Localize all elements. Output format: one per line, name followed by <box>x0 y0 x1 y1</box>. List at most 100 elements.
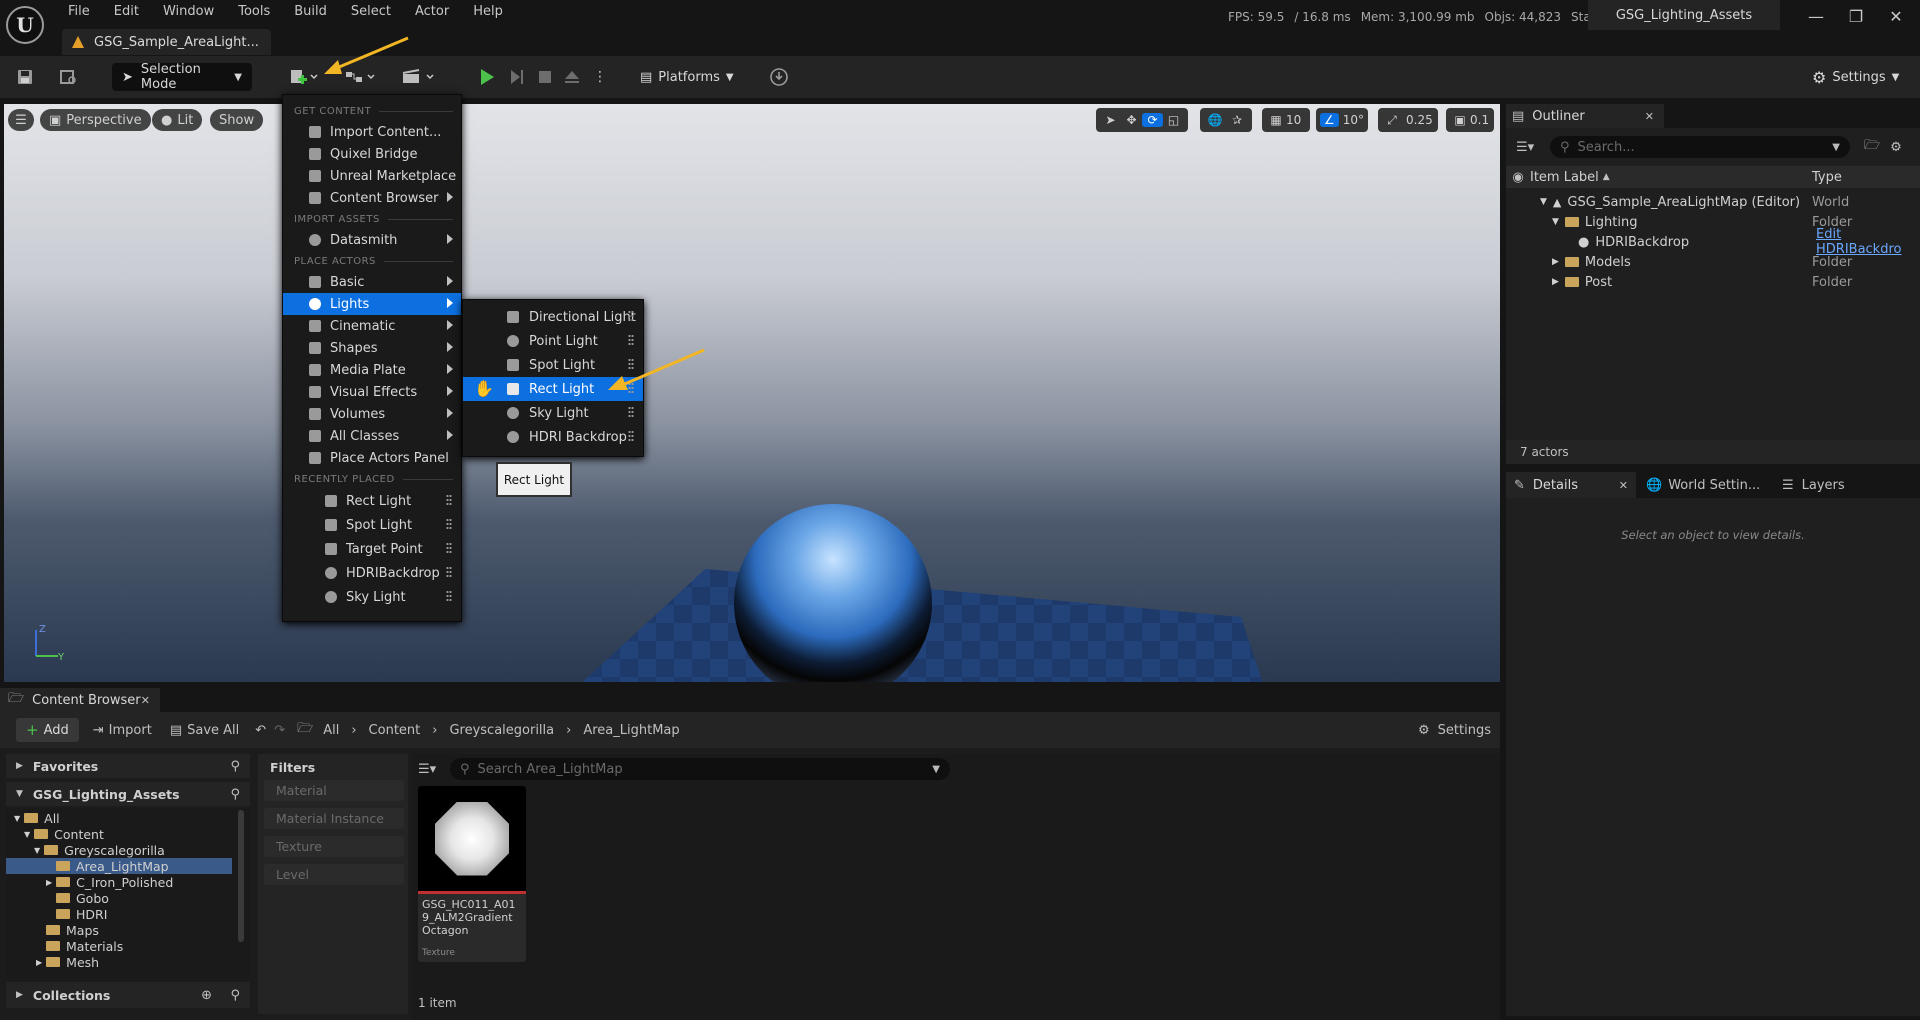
perspective-button[interactable]: ▣ Perspective <box>40 109 151 131</box>
filter-icon[interactable]: ☰▾ <box>1516 140 1550 155</box>
tree-item-hdri[interactable]: HDRI <box>6 906 232 922</box>
favorites-header[interactable]: ▶ Favorites ⚲ <box>6 754 250 778</box>
save-icon[interactable] <box>14 64 36 90</box>
menu-datasmith[interactable]: Datasmith <box>283 229 461 251</box>
project-header[interactable]: ▼ GSG_Lighting_Assets ⚲ <box>6 782 250 806</box>
outliner-row-post[interactable]: ▶ Post Folder <box>1506 272 1920 292</box>
menu-file[interactable]: File <box>56 0 102 24</box>
scale-tool-icon[interactable]: ◱ <box>1163 113 1184 127</box>
menu-shapes[interactable]: Shapes <box>283 337 461 359</box>
filter-material[interactable]: Material <box>264 780 404 801</box>
asset-tile[interactable]: GSG_HC011_A019_ALM2Gradient Octagon Text… <box>418 786 526 962</box>
minimize-icon[interactable]: — <box>1796 4 1836 28</box>
drag-grip-icon[interactable] <box>628 334 634 346</box>
cb-save-all-button[interactable]: ▤ Save All <box>170 723 239 738</box>
restore-icon[interactable]: ❐ <box>1836 4 1876 28</box>
tree-item-materials[interactable]: Materials <box>6 938 232 954</box>
menu-volumes[interactable]: Volumes <box>283 403 461 425</box>
cb-import-button[interactable]: ⇥ Import <box>93 723 152 738</box>
menu-build[interactable]: Build <box>282 0 339 24</box>
move-tool-icon[interactable]: ✥ <box>1121 113 1142 127</box>
tree-scrollbar[interactable] <box>238 810 244 942</box>
breadcrumb-item[interactable]: All <box>323 723 339 738</box>
menu-place-actors-panel[interactable]: Place Actors Panel <box>283 447 461 469</box>
tree-item-content[interactable]: ▼ Content <box>6 826 232 842</box>
menu-media-plate[interactable]: Media Plate <box>283 359 461 381</box>
level-tab[interactable]: GSG_Sample_AreaLight... <box>62 29 271 55</box>
browse-icon[interactable] <box>58 64 80 90</box>
expand-icon[interactable]: ▼ <box>1552 217 1559 227</box>
world-settings-tab[interactable]: 🌐 World Settin... <box>1646 472 1760 498</box>
recent-spot-light[interactable]: Spot Light <box>283 513 461 537</box>
add-collection-icon[interactable]: ⊕ <box>201 988 212 1003</box>
expand-icon[interactable]: ▼ <box>1540 197 1547 207</box>
step-icon[interactable] <box>506 64 528 90</box>
collections-header[interactable]: ▶ Collections ⊕ ⚲ <box>6 982 250 1008</box>
expand-icon[interactable]: ▶ <box>1552 277 1559 287</box>
close-icon[interactable]: ✕ <box>141 694 150 707</box>
drag-grip-icon[interactable] <box>628 430 634 442</box>
source-control-icon[interactable] <box>766 64 792 90</box>
recent-sky-light[interactable]: Sky Light <box>283 585 461 609</box>
new-folder-icon[interactable]: 🗁 <box>1864 136 1880 158</box>
breadcrumb-item[interactable]: Area_LightMap <box>583 723 679 738</box>
submenu-hdri-backdrop[interactable]: HDRI Backdrop <box>463 425 643 449</box>
col-type[interactable]: Type <box>1812 170 1842 185</box>
menu-help[interactable]: Help <box>461 0 515 24</box>
settings-button[interactable]: ⚙ Settings ▼ <box>1812 63 1899 91</box>
recent-target-point[interactable]: Target Point <box>283 537 461 561</box>
menu-tools[interactable]: Tools <box>226 0 282 24</box>
drag-grip-icon[interactable] <box>628 310 634 322</box>
menu-import-content[interactable]: Import Content... <box>283 121 461 143</box>
recent-rect-light[interactable]: Rect Light <box>283 489 461 513</box>
submenu-directional-light[interactable]: Directional Light <box>463 305 643 329</box>
camera-speed[interactable]: ▣ 0.1 <box>1446 108 1494 132</box>
drag-grip-icon[interactable] <box>628 406 634 418</box>
back-icon[interactable]: ↶ <box>255 723 266 738</box>
col-item-label[interactable]: Item Label <box>1530 170 1599 185</box>
unreal-logo-icon[interactable]: U <box>6 6 44 44</box>
search-icon[interactable]: ⚲ <box>230 759 240 774</box>
visibility-icon[interactable]: ◉ <box>1506 170 1530 185</box>
quick-add-button[interactable] <box>286 64 322 90</box>
tree-item-mesh[interactable]: ▶ Mesh <box>6 954 232 970</box>
outliner-tab[interactable]: ▤ Outliner ✕ <box>1506 104 1664 128</box>
tree-item-greyscalegorilla[interactable]: ▼ Greyscalegorilla <box>6 842 232 858</box>
submenu-sky-light[interactable]: Sky Light <box>463 401 643 425</box>
filter-icon[interactable]: ☰▾ <box>418 762 450 777</box>
forward-icon[interactable]: ↷ <box>274 723 285 738</box>
play-icon[interactable] <box>476 64 498 90</box>
asset-search-input[interactable]: ⚲ Search Area_LightMap ▼ <box>450 758 950 780</box>
filter-material-instance[interactable]: Material Instance <box>264 808 404 829</box>
grid-snap[interactable]: ▦ 10 <box>1262 108 1310 132</box>
outliner-row-hdribackdrop[interactable]: ● HDRIBackdrop Edit HDRIBackdro <box>1506 227 1920 257</box>
outliner-row-models[interactable]: ▶ Models Folder <box>1506 252 1920 272</box>
viewport-options-icon[interactable]: ☰ <box>8 109 34 131</box>
cb-tab[interactable]: 🗁 Content Browser ✕ <box>0 688 160 712</box>
more-options-icon[interactable]: ⋮ <box>592 64 608 90</box>
menu-content-browser[interactable]: Content Browser <box>283 187 461 209</box>
angle-snap[interactable]: ∠ 10° <box>1316 108 1368 132</box>
menu-unreal-marketplace[interactable]: Unreal Marketplace <box>283 165 461 187</box>
rotate-tool-icon[interactable]: ⟳ <box>1142 113 1163 127</box>
tree-item-maps[interactable]: Maps <box>6 922 232 938</box>
tree-item-area-lightmap[interactable]: Area_LightMap <box>6 858 232 874</box>
layers-tab[interactable]: ☰ Layers <box>1782 472 1845 498</box>
close-icon[interactable]: ✕ <box>1619 479 1628 492</box>
expand-icon[interactable]: ▶ <box>1552 257 1559 267</box>
select-tool-icon[interactable]: ➤ <box>1100 113 1121 127</box>
close-window-icon[interactable]: ✕ <box>1876 4 1916 28</box>
filter-level[interactable]: Level <box>264 864 404 885</box>
menu-edit[interactable]: Edit <box>102 0 151 24</box>
drag-grip-icon[interactable] <box>446 518 452 530</box>
tree-item-gobo[interactable]: Gobo <box>6 890 232 906</box>
recent-hdri-backdrop[interactable]: HDRIBackdrop <box>283 561 461 585</box>
filter-texture[interactable]: Texture <box>264 836 404 857</box>
gear-icon[interactable]: ⚙ <box>1890 140 1902 155</box>
menu-select[interactable]: Select <box>339 0 403 24</box>
search-icon[interactable]: ⚲ <box>230 988 240 1003</box>
menu-quixel-bridge[interactable]: Quixel Bridge <box>283 143 461 165</box>
drag-grip-icon[interactable] <box>446 494 452 506</box>
drag-grip-icon[interactable] <box>446 566 452 578</box>
cb-settings-button[interactable]: ⚙ Settings <box>1418 723 1491 738</box>
